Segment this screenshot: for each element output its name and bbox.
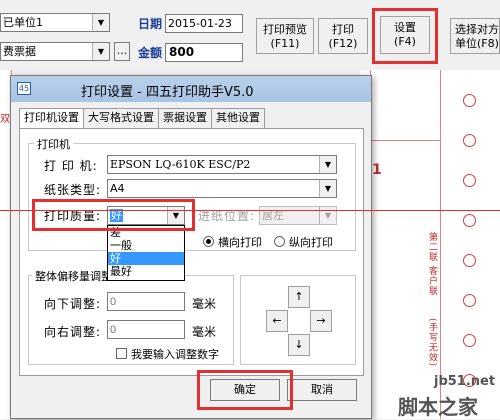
- landscape-radio[interactable]: [203, 236, 214, 247]
- down-offset-label: 向下调整:: [44, 297, 102, 311]
- tab-other-settings[interactable]: 其他设置: [211, 108, 265, 128]
- printer-group-title: 打印机: [34, 136, 73, 152]
- browse-button[interactable]: ...: [114, 42, 130, 61]
- doc-left-mark: 双: [0, 114, 10, 125]
- tractor-hole-icon: [463, 134, 476, 147]
- printer-label: 打 印 机:: [44, 159, 98, 173]
- printer-settings-panel: 打印机 打 印 机: EPSON LQ-610K ESC/P2 ▼ 纸张类型: …: [19, 128, 364, 376]
- settings-button[interactable]: 设置 (F4): [380, 16, 430, 54]
- arrow-right-button[interactable]: →: [310, 310, 332, 332]
- right-offset-label: 向右调整:: [44, 325, 102, 339]
- settings-key: (F4): [394, 35, 416, 48]
- amount-field[interactable]: 800: [165, 43, 243, 62]
- date-label: 日期: [138, 17, 163, 31]
- chevron-down-icon[interactable]: ▼: [319, 180, 336, 197]
- printer-select[interactable]: EPSON LQ-610K ESC/P2 ▼: [107, 155, 337, 174]
- bill-combo[interactable]: 费票据 ▼: [0, 42, 110, 61]
- quality-option[interactable]: 最好: [108, 265, 184, 278]
- paper-type-value: A4: [110, 182, 125, 195]
- manual-input-checkbox[interactable]: [116, 348, 127, 359]
- date-value: 2015-01-23: [168, 17, 232, 30]
- ok-highlight: [197, 370, 293, 410]
- watermark-name: 脚本之家: [398, 395, 478, 419]
- manual-input-label: 我要输入调整数字: [131, 348, 219, 361]
- right-offset-input[interactable]: [107, 320, 185, 339]
- dialog-titlebar[interactable]: 45 打印设置 - 四五打印助手V5.0: [11, 76, 371, 102]
- arrow-up-button[interactable]: ↑: [288, 286, 310, 308]
- main-toolbar: 已单位1 ▼ 费票据 ▼ ... 日期 2015-01-23 金额 800 打印…: [0, 0, 500, 70]
- print-key: (F12): [328, 37, 358, 50]
- select-unit-label: 选择对方: [455, 23, 499, 36]
- printer-value: EPSON LQ-610K ESC/P2: [110, 158, 251, 171]
- unit-combo[interactable]: 已单位1 ▼: [0, 13, 110, 32]
- dialog-title: 打印设置 - 四五打印助手V5.0: [81, 85, 254, 100]
- settings-label: 设置: [394, 21, 416, 34]
- tab-uppercase-format[interactable]: 大写格式设置: [83, 108, 159, 128]
- doc-mark: 1: [372, 162, 382, 178]
- landscape-label: 横向打印: [218, 236, 262, 249]
- cancel-button[interactable]: 取消: [287, 379, 357, 401]
- tractor-hole-icon: [463, 214, 476, 227]
- doc-border: [440, 70, 441, 419]
- site-watermark: jb51.net 脚本之家: [380, 374, 500, 419]
- portrait-radio[interactable]: [274, 236, 285, 247]
- doc-line: [370, 140, 440, 141]
- tractor-hole-icon: [463, 94, 476, 107]
- guide-line: [0, 210, 500, 211]
- down-offset-input[interactable]: [107, 292, 185, 311]
- background-document: 1 第二联 客户联 (手写无效): [360, 70, 500, 419]
- bill-combo-value: 费票据: [3, 45, 36, 58]
- tractor-hole-icon: [463, 174, 476, 187]
- paper-feed-select[interactable]: 居左 ▼: [259, 206, 337, 225]
- watermark-site: jb51.net: [434, 374, 496, 389]
- print-preview-button[interactable]: 打印预览 (F11): [256, 18, 314, 54]
- quality-option[interactable]: 一般: [108, 239, 184, 252]
- amount-value: 800: [169, 45, 195, 59]
- tractor-hole-icon: [463, 334, 476, 347]
- chevron-down-icon[interactable]: ▼: [92, 14, 109, 31]
- unit-combo-value: 已单位1: [3, 16, 43, 29]
- down-unit-label: 毫米: [192, 297, 217, 311]
- right-unit-label: 毫米: [192, 325, 217, 339]
- select-unit-key: 单位(F8): [455, 37, 499, 50]
- paper-type-label: 纸张类型:: [44, 183, 102, 197]
- offset-group-title: 整体偏移量调整: [32, 268, 115, 284]
- date-field[interactable]: 2015-01-23: [165, 14, 243, 33]
- doc-copy-note: (手写无效): [427, 318, 437, 368]
- chevron-down-icon[interactable]: ▼: [319, 156, 336, 173]
- arrow-left-button[interactable]: ←: [266, 310, 288, 332]
- arrow-down-button[interactable]: ↓: [288, 334, 310, 356]
- tab-bill-settings[interactable]: 票据设置: [158, 108, 212, 128]
- app-icon: 45: [17, 82, 31, 95]
- print-preview-key: (F11): [270, 37, 300, 50]
- paper-type-select[interactable]: A4 ▼: [107, 179, 337, 198]
- print-label: 打印: [332, 23, 354, 36]
- print-quality-dropdown: 差 一般 好 最好: [107, 225, 185, 281]
- chevron-down-icon[interactable]: ▼: [92, 43, 109, 60]
- tractor-hole-icon: [463, 254, 476, 267]
- tractor-hole-icon: [463, 294, 476, 307]
- print-settings-dialog: 45 打印设置 - 四五打印助手V5.0 打印机设置 大写格式设置 票据设置 其他设置…: [10, 75, 372, 419]
- print-preview-label: 打印预览: [263, 23, 307, 36]
- print-button[interactable]: 打印 (F12): [318, 18, 368, 54]
- quality-highlight: [32, 199, 195, 231]
- select-unit-button[interactable]: 选择对方 单位(F8): [450, 18, 500, 54]
- tab-strip: 打印机设置 大写格式设置 票据设置 其他设置: [19, 108, 265, 129]
- portrait-label: 纵向打印: [289, 236, 333, 249]
- quality-option-selected[interactable]: 好: [108, 252, 184, 265]
- tab-printer-settings[interactable]: 打印机设置: [19, 108, 84, 129]
- amount-label: 金额: [138, 46, 163, 60]
